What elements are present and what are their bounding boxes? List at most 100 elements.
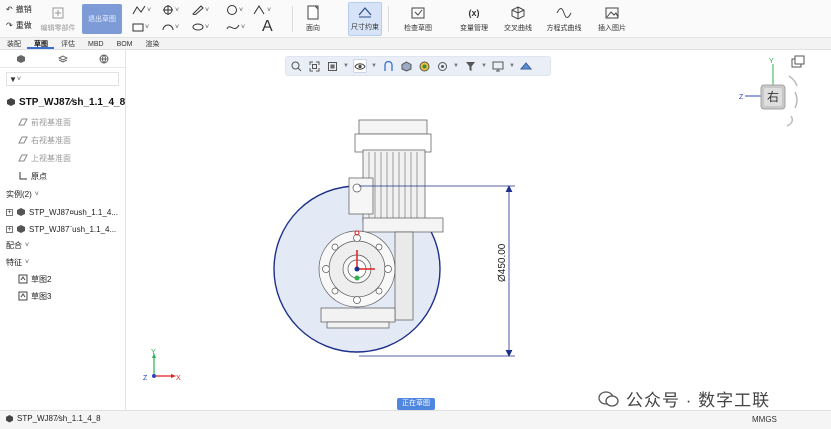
chevron-down-icon: ˅ — [25, 241, 30, 249]
part-icon — [16, 54, 25, 63]
plane-icon — [18, 154, 28, 162]
dimension-icon — [356, 4, 374, 20]
triad-z-label: Z — [143, 375, 148, 382]
edit-part-button[interactable]: 编辑零部件 — [40, 2, 76, 36]
tab-sketch[interactable]: 草图 — [27, 38, 54, 49]
viewcube-z-label: Z — [739, 94, 744, 101]
ribbon-divider — [292, 6, 293, 32]
tab-render[interactable]: 渲染 — [139, 38, 166, 49]
plane-icon — [18, 136, 28, 144]
feature-tree-tab[interactable] — [0, 50, 42, 68]
cube-icon — [509, 5, 527, 21]
check-sketch-icon — [409, 5, 427, 21]
document-tab[interactable]: STP_WJ87⁄sh_1.1_4_8 — [5, 414, 101, 423]
tree-group-instances[interactable]: 实例(2) ˅ — [6, 186, 39, 202]
triad-y-label: Y — [151, 349, 156, 356]
diameter-dimension-label[interactable]: Ø450.00 — [497, 243, 508, 282]
tree-group-mates[interactable]: 配合 ˅ — [6, 237, 29, 253]
feature-tree-panel: ▼ ˅ STP_WJ87⁄sh_1.1_4_8 前视基准面 右视基准面 上视基准面… — [0, 50, 126, 410]
ribbon-tabs: 装配 草图 评估 MBD BOM 渲染 — [0, 38, 831, 50]
spline-icon — [226, 24, 240, 30]
tree-item-top-plane[interactable]: 上视基准面 — [18, 150, 71, 166]
intersection-curve-button[interactable]: 交叉曲线 — [500, 2, 536, 36]
redo-button[interactable]: ↷ 重做 — [6, 20, 32, 31]
sketch-canvas[interactable]: Ø450.00 Y X Z Y Z 右 — [127, 50, 831, 410]
tree-item-sketch[interactable]: 草图2 — [18, 271, 51, 287]
image-icon — [603, 5, 621, 21]
ellipse-icon — [192, 23, 204, 31]
globe-icon — [99, 54, 109, 63]
edit-part-icon — [49, 5, 67, 21]
tree-root-item[interactable]: STP_WJ87⁄sh_1.1_4_8 — [6, 94, 125, 110]
wechat-logo-icon — [598, 390, 619, 407]
rectangle-tool[interactable]: ˅ — [132, 22, 149, 32]
part-icon — [17, 225, 25, 233]
text-tool[interactable]: A — [262, 18, 273, 36]
filter-icon: ▼ — [9, 74, 17, 84]
tree-item-sketch[interactable]: 草图3 — [18, 288, 51, 304]
document-face-icon — [304, 5, 322, 21]
viewcube-face-label: 右 — [767, 89, 779, 104]
unit-system[interactable]: MMGS — [752, 415, 777, 424]
tab-bom[interactable]: BOM — [110, 38, 139, 49]
polyline-icon — [132, 5, 146, 15]
tree-item-instance[interactable]: + STP_WJ87¨ush_1.1_4... — [6, 221, 116, 237]
wave-curve-icon — [555, 5, 573, 21]
dimension-constraint-button[interactable]: 尺寸约束 — [348, 2, 382, 36]
assembly-icon — [7, 98, 15, 106]
coordinate-triad: Y X Z — [143, 349, 181, 382]
sketch-icon — [18, 274, 28, 284]
arc-icon — [162, 24, 174, 31]
ellipse-tool[interactable]: ˅ — [192, 22, 209, 32]
tab-mbd[interactable]: MBD — [81, 38, 110, 49]
crosshair-circle-icon — [163, 5, 173, 15]
tree-item-origin[interactable]: 原点 — [18, 168, 47, 184]
triad-x-label: X — [176, 375, 181, 382]
part-icon — [17, 208, 25, 216]
viewcube-y-label: Y — [769, 58, 774, 65]
variable-manager-button[interactable]: (x) 变量管理 — [456, 2, 492, 36]
expand-icon[interactable]: + — [6, 208, 13, 216]
tree-item-front-plane[interactable]: 前视基准面 — [18, 114, 71, 130]
line-tool[interactable]: ˅ — [132, 5, 151, 15]
undo-button[interactable]: ↶ 撤销 — [6, 4, 32, 15]
property-tab[interactable] — [42, 50, 84, 68]
exit-sketch-button[interactable]: 退出草图 — [82, 4, 122, 34]
insert-image-button[interactable]: 插入图片 — [592, 2, 632, 36]
chevron-down-icon: ˅ — [25, 258, 30, 266]
undo-icon: ↶ — [6, 5, 13, 14]
tree-group-features[interactable]: 特征 ˅ — [6, 254, 29, 270]
equation-curve-button[interactable]: 方程式曲线 — [544, 2, 584, 36]
panel-tabs — [0, 50, 125, 68]
status-bar: STP_WJ87⁄sh_1.1_4_8 MMGS — [0, 410, 831, 429]
watermark: 公众号 · 数字工联 — [598, 386, 770, 411]
face-button[interactable]: 面向 — [298, 2, 328, 36]
spline-tool[interactable]: ˅ — [226, 22, 245, 32]
variable-icon: (x) — [468, 8, 480, 18]
assembly-icon — [6, 415, 13, 423]
view-cube[interactable]: Y Z 右 — [739, 55, 805, 127]
chevron-down-icon: ˅ — [34, 190, 39, 198]
tab-assembly[interactable]: 装配 — [0, 38, 27, 49]
plane-icon — [18, 118, 28, 126]
trim-tool[interactable]: ˅ — [252, 4, 271, 16]
origin-icon — [19, 172, 27, 180]
tree-filter[interactable]: ▼ ˅ — [6, 72, 119, 86]
pen-icon — [192, 5, 204, 15]
circle-tool[interactable]: ˅ — [226, 5, 243, 15]
pen-tool[interactable]: ˅ — [192, 5, 209, 15]
arc-tool[interactable]: ˅ — [162, 22, 179, 32]
point-tool[interactable]: ˅ — [162, 5, 179, 15]
rectangle-icon — [132, 23, 144, 32]
tree-item-instance[interactable]: + STP_WJ87¤ush_1.1_4... — [6, 204, 118, 220]
expand-icon[interactable]: + — [6, 225, 13, 233]
layers-icon — [57, 54, 68, 63]
check-sketch-button[interactable]: 检查草图 — [400, 2, 436, 36]
redo-icon: ↷ — [6, 21, 13, 30]
tab-evaluate[interactable]: 评估 — [54, 38, 81, 49]
ribbon-divider — [388, 6, 389, 32]
tree-item-right-plane[interactable]: 右视基准面 — [18, 132, 71, 148]
ribbon-toolbar: ↶ 撤销 ↷ 重做 编辑零部件 退出草图 ˅ ˅ ˅ ˅ ˅ ˅ ˅ ˅ ˅ A… — [0, 0, 831, 38]
sketch-icon — [18, 291, 28, 301]
display-tab[interactable] — [83, 50, 125, 68]
